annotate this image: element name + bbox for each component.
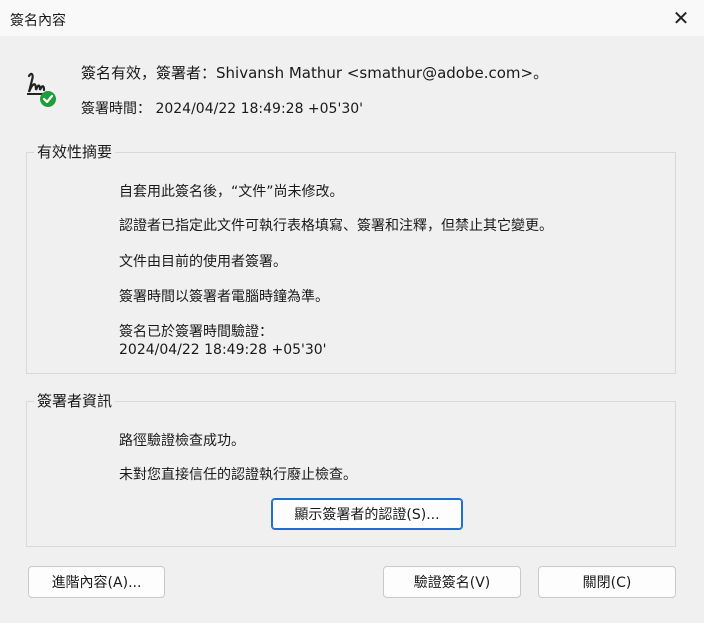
validity-summary-title: 有效性摘要 [34,142,116,162]
signer-info-group: 簽署者資訊 路徑驗證檢查成功。 未對您直接信任的認證執行廢止檢查。 顯示簽署者的… [26,391,676,547]
validity-line: 簽署時間以簽署者電腦時鐘為準。 [119,289,329,305]
signing-time: 簽署時間： 2024/04/22 18:49:28 +05'30' [81,98,363,118]
validity-line: 簽名已於簽署時間驗證： [119,324,273,340]
signer-info-line: 路徑驗證檢查成功。 [119,433,245,449]
signing-time-label: 簽署時間： [81,101,151,117]
signer-info-line: 未對您直接信任的認證執行廢止檢查。 [119,467,357,483]
validity-line: 文件由目前的使用者簽署。 [119,254,287,270]
show-signer-certificate-button[interactable]: 顯示簽署者的認證(S)... [271,498,463,530]
validity-line: 自套用此簽名後，“文件”尚未修改。 [119,184,344,200]
close-button[interactable]: 關閉(C) [538,566,676,598]
close-icon[interactable]: ✕ [658,0,704,36]
validity-summary-group: 有效性摘要 自套用此簽名後，“文件”尚未修改。 認證者已指定此文件可執行表格填寫… [26,142,676,374]
signature-valid-icon [25,70,59,110]
validate-signature-button[interactable]: 驗證簽名(V) [383,566,521,598]
title-bar: 簽名內容 ✕ [0,0,704,36]
validity-line: 認證者已指定此文件可執行表格填寫、簽署和注釋，但禁止其它變更。 [119,218,553,234]
signing-time-value: 2024/04/22 18:49:28 +05'30' [155,101,363,117]
advanced-properties-button[interactable]: 進階內容(A)... [28,566,165,598]
signer-info-title: 簽署者資訊 [34,391,116,411]
validated-time: 2024/04/22 18:49:28 +05'30' [119,342,327,358]
window-title: 簽名內容 [10,13,66,29]
signature-status: 簽名有效，簽署者：Shivansh Mathur <smathur@adobe.… [81,64,549,82]
